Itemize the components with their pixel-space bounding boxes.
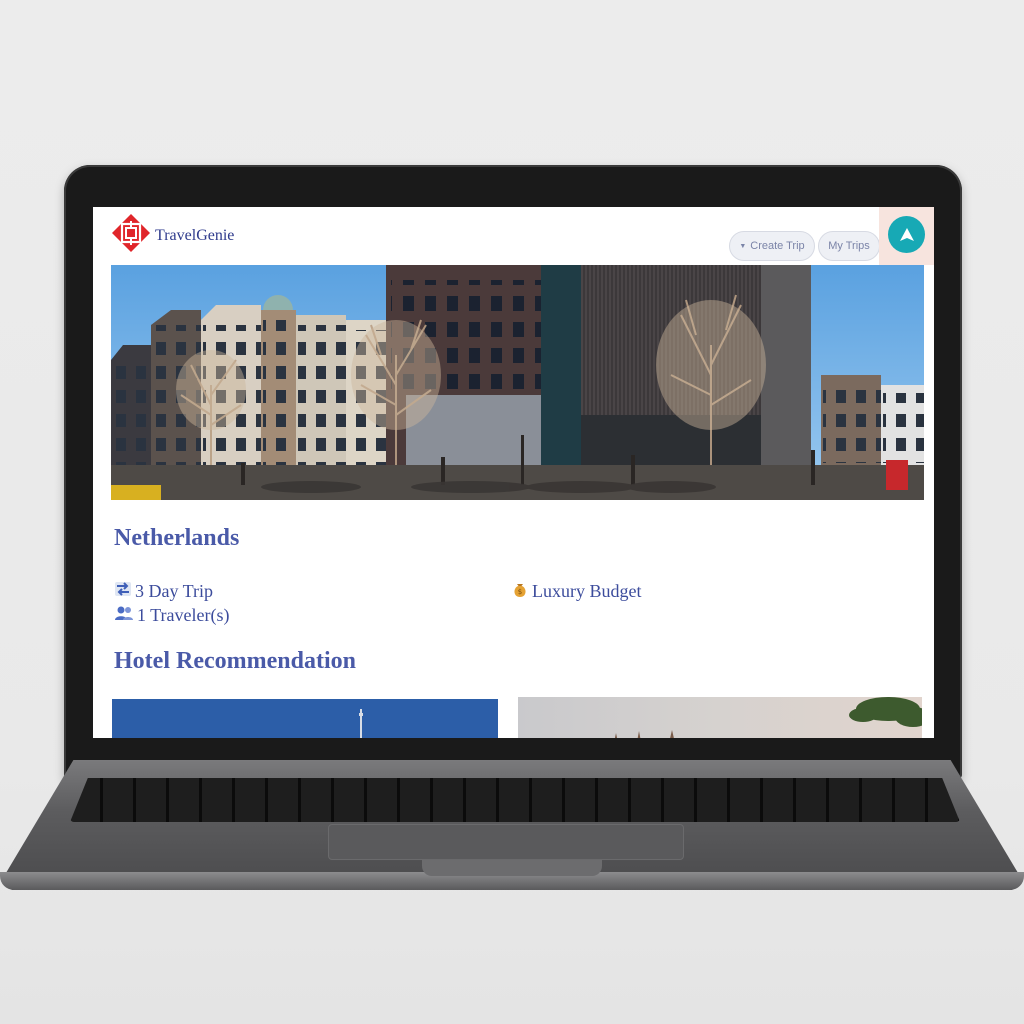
trip-budget-text: Luxury Budget: [532, 581, 642, 601]
svg-text:$: $: [518, 588, 522, 596]
destination-hero-image: [111, 265, 924, 500]
trip-duration: 3 Day Trip: [114, 581, 213, 602]
travelgenie-logo[interactable]: [111, 213, 151, 253]
site-header: TravelGenie ▼ Create Trip My Trips: [93, 207, 934, 265]
destination-title: Netherlands: [114, 525, 240, 551]
trip-duration-text: 3 Day Trip: [135, 581, 214, 601]
laptop-notch: [422, 860, 602, 876]
money-bag-icon: $: [511, 580, 529, 603]
trip-budget: $ Luxury Budget: [511, 580, 642, 603]
hotel-section-title: Hotel Recommendation: [114, 648, 356, 674]
user-menu-area: [879, 207, 934, 265]
hotel-card-image[interactable]: [518, 697, 922, 738]
my-trips-button[interactable]: My Trips: [818, 231, 880, 261]
arrows-exchange-icon: [114, 581, 132, 602]
hotel-card-image[interactable]: [112, 699, 498, 738]
navigate-button[interactable]: [888, 216, 925, 253]
my-trips-label: My Trips: [828, 240, 870, 252]
create-trip-button[interactable]: ▼ Create Trip: [729, 231, 815, 261]
brand-name[interactable]: TravelGenie: [155, 227, 234, 245]
navigation-arrow-icon: [899, 227, 914, 241]
browser-viewport: TravelGenie ▼ Create Trip My Trips Nethe…: [93, 207, 934, 738]
create-trip-label: Create Trip: [750, 240, 805, 252]
laptop-keyboard: [70, 778, 960, 822]
trip-travelers: 1 Traveler(s): [114, 605, 230, 626]
caret-down-icon: ▼: [739, 242, 747, 250]
trip-travelers-text: 1 Traveler(s): [137, 605, 230, 625]
laptop-trackpad: [328, 824, 684, 860]
people-icon: [114, 605, 134, 626]
